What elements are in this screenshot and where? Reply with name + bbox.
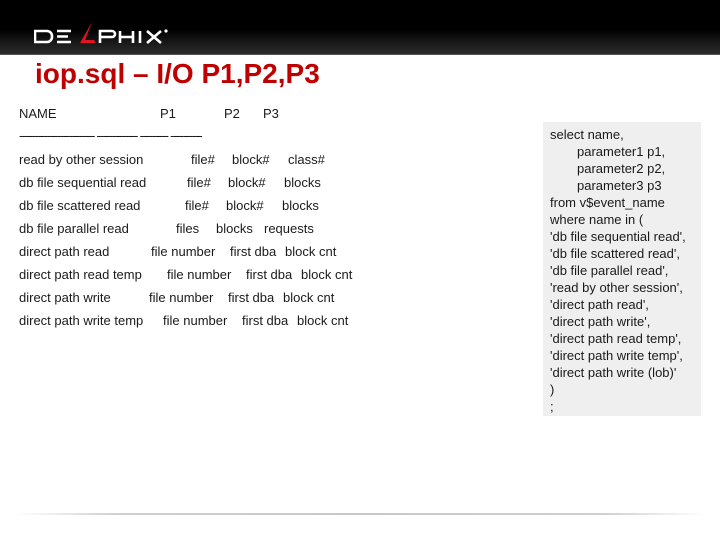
- event-p3: block cnt: [301, 267, 353, 282]
- event-name: read by other session: [19, 152, 144, 167]
- event-p1: file number: [167, 267, 232, 282]
- event-p1: file#: [191, 152, 215, 167]
- footer-divider: [15, 513, 705, 515]
- event-name: direct path write: [19, 290, 111, 305]
- column-header-p3: P3: [263, 106, 279, 121]
- event-p1: file number: [151, 244, 216, 259]
- event-p2: first dba: [230, 244, 277, 259]
- event-name: db file sequential read: [19, 175, 147, 190]
- slide-title: iop.sql – I/O P1,P2,P3: [35, 58, 320, 89]
- event-p1: file number: [163, 313, 228, 328]
- sql-line: 'db file scattered read',: [550, 246, 680, 261]
- sql-line: where name in (: [550, 212, 644, 227]
- event-p1: file#: [185, 198, 209, 213]
- event-p3: blocks: [282, 198, 319, 213]
- sql-line: parameter3 p3: [577, 178, 662, 193]
- event-p3: block cnt: [283, 290, 335, 305]
- sql-line: 'direct path write',: [550, 314, 651, 329]
- sql-line: parameter1 p1,: [577, 144, 666, 159]
- sql-line: 'db file sequential read',: [550, 229, 686, 244]
- sql-line: 'direct path write temp',: [550, 348, 683, 363]
- delphix-logo: [34, 22, 184, 48]
- event-name: direct path write temp: [19, 313, 144, 328]
- separator-dashes: ------------------------ ------------- -…: [19, 128, 203, 143]
- sql-line: 'db file parallel read',: [550, 263, 669, 278]
- event-p2: first dba: [246, 267, 293, 282]
- sql-line: parameter2 p2,: [577, 161, 666, 176]
- sql-line: ): [550, 382, 555, 397]
- sql-line: 'direct path write (lob)': [550, 365, 677, 380]
- event-p2: first dba: [242, 313, 289, 328]
- sql-line: select name,: [550, 127, 624, 142]
- sql-line: 'read by other session',: [550, 280, 683, 295]
- sql-line: 'direct path read temp',: [550, 331, 682, 346]
- event-parameter-listing: NAME P1 P2 P3 ------------------------ -…: [19, 106, 352, 328]
- sql-code-box: select name, parameter1 p1, parameter2 p…: [543, 122, 701, 416]
- event-p2: block#: [228, 175, 266, 190]
- column-header-name: NAME: [19, 106, 57, 121]
- event-p2: block#: [226, 198, 264, 213]
- event-name: db file parallel read: [19, 221, 129, 236]
- column-header-p1: P1: [160, 106, 176, 121]
- event-p2: block#: [232, 152, 270, 167]
- event-p2: blocks: [216, 221, 253, 236]
- event-name: db file scattered read: [19, 198, 141, 213]
- sql-line: 'direct path read',: [550, 297, 649, 312]
- event-name: direct path read: [19, 244, 110, 259]
- event-p3: blocks: [284, 175, 321, 190]
- delphix-logo-icon: [34, 22, 168, 44]
- sql-line: ;: [550, 399, 554, 414]
- column-header-p2: P2: [224, 106, 240, 121]
- event-name: direct path read temp: [19, 267, 142, 282]
- sql-line: from v$event_name: [550, 195, 665, 210]
- event-p1: files: [176, 221, 200, 236]
- event-p1: file number: [149, 290, 214, 305]
- header-bar: [0, 0, 720, 55]
- event-p3: class#: [288, 152, 325, 167]
- event-p3: requests: [264, 221, 314, 236]
- event-p2: first dba: [228, 290, 275, 305]
- logo-swoosh: [80, 22, 96, 43]
- event-p3: block cnt: [285, 244, 337, 259]
- event-p3: block cnt: [297, 313, 349, 328]
- event-p1: file#: [187, 175, 211, 190]
